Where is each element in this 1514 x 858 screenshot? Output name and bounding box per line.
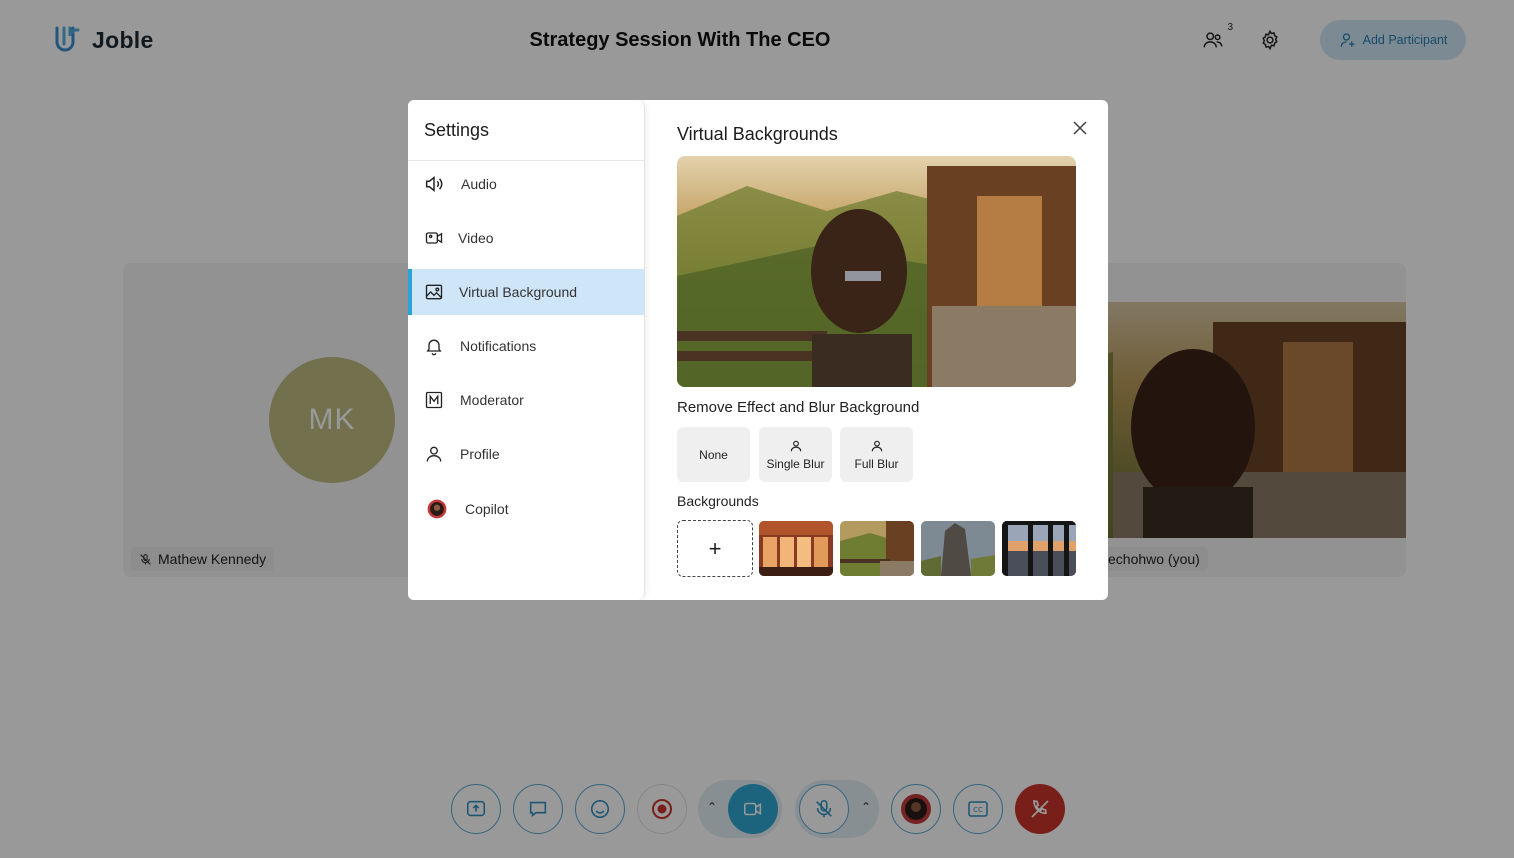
background-thumbnail[interactable] <box>840 521 914 576</box>
speaker-icon <box>423 173 445 195</box>
add-background-button[interactable]: + <box>677 520 753 577</box>
background-thumbnail[interactable] <box>921 521 995 576</box>
video-camera-icon <box>423 227 445 249</box>
sidebar-item-moderator[interactable]: Moderator <box>408 377 645 423</box>
effect-label: Single Blur <box>766 456 825 471</box>
sidebar-item-copilot[interactable]: Copilot <box>408 486 645 532</box>
settings-modal: Settings Audio Video Virtual Background … <box>408 100 1108 600</box>
bell-icon <box>423 335 445 357</box>
effect-single-blur-button[interactable]: Single Blur <box>759 427 832 482</box>
sidebar-item-virtual-background[interactable]: Virtual Background <box>408 269 645 315</box>
sidebar-item-label: Audio <box>461 176 497 192</box>
sidebar-item-label: Notifications <box>460 338 537 354</box>
sidebar-item-audio[interactable]: Audio <box>408 161 645 207</box>
settings-title: Settings <box>424 120 490 140</box>
effect-label: Full Blur <box>854 456 899 471</box>
sidebar-item-label: Copilot <box>465 501 509 517</box>
user-icon <box>871 440 882 451</box>
panel-title: Virtual Backgrounds <box>677 124 838 144</box>
background-thumbnail[interactable] <box>1002 521 1076 576</box>
effect-full-blur-button[interactable]: Full Blur <box>840 427 913 482</box>
sidebar-item-profile[interactable]: Profile <box>408 431 645 477</box>
effect-label: None <box>699 447 728 462</box>
sidebar-item-label: Profile <box>460 446 500 462</box>
sidebar-item-notifications[interactable]: Notifications <box>408 323 645 369</box>
close-icon <box>1073 121 1087 135</box>
sidebar-item-label: Video <box>458 230 494 246</box>
effect-none-button[interactable]: None <box>677 427 750 482</box>
settings-sidebar: Settings Audio Video Virtual Background … <box>408 100 645 600</box>
user-icon <box>423 443 445 465</box>
effects-section-label: Remove Effect and Blur Background <box>677 399 920 416</box>
close-button[interactable] <box>1070 118 1090 138</box>
moderator-icon <box>423 389 445 411</box>
background-preview-video <box>677 156 1076 387</box>
copilot-avatar-icon <box>426 498 448 520</box>
background-thumbnail[interactable] <box>759 521 833 576</box>
sidebar-item-label: Virtual Background <box>459 284 578 300</box>
user-icon <box>790 440 801 451</box>
sidebar-item-video[interactable]: Video <box>408 215 645 261</box>
backgrounds-section-label: Backgrounds <box>677 493 759 509</box>
image-icon <box>423 281 445 303</box>
virtual-background-panel: Virtual Backgrounds Remove Effect and Bl… <box>677 100 1087 600</box>
sidebar-item-label: Moderator <box>460 392 524 408</box>
